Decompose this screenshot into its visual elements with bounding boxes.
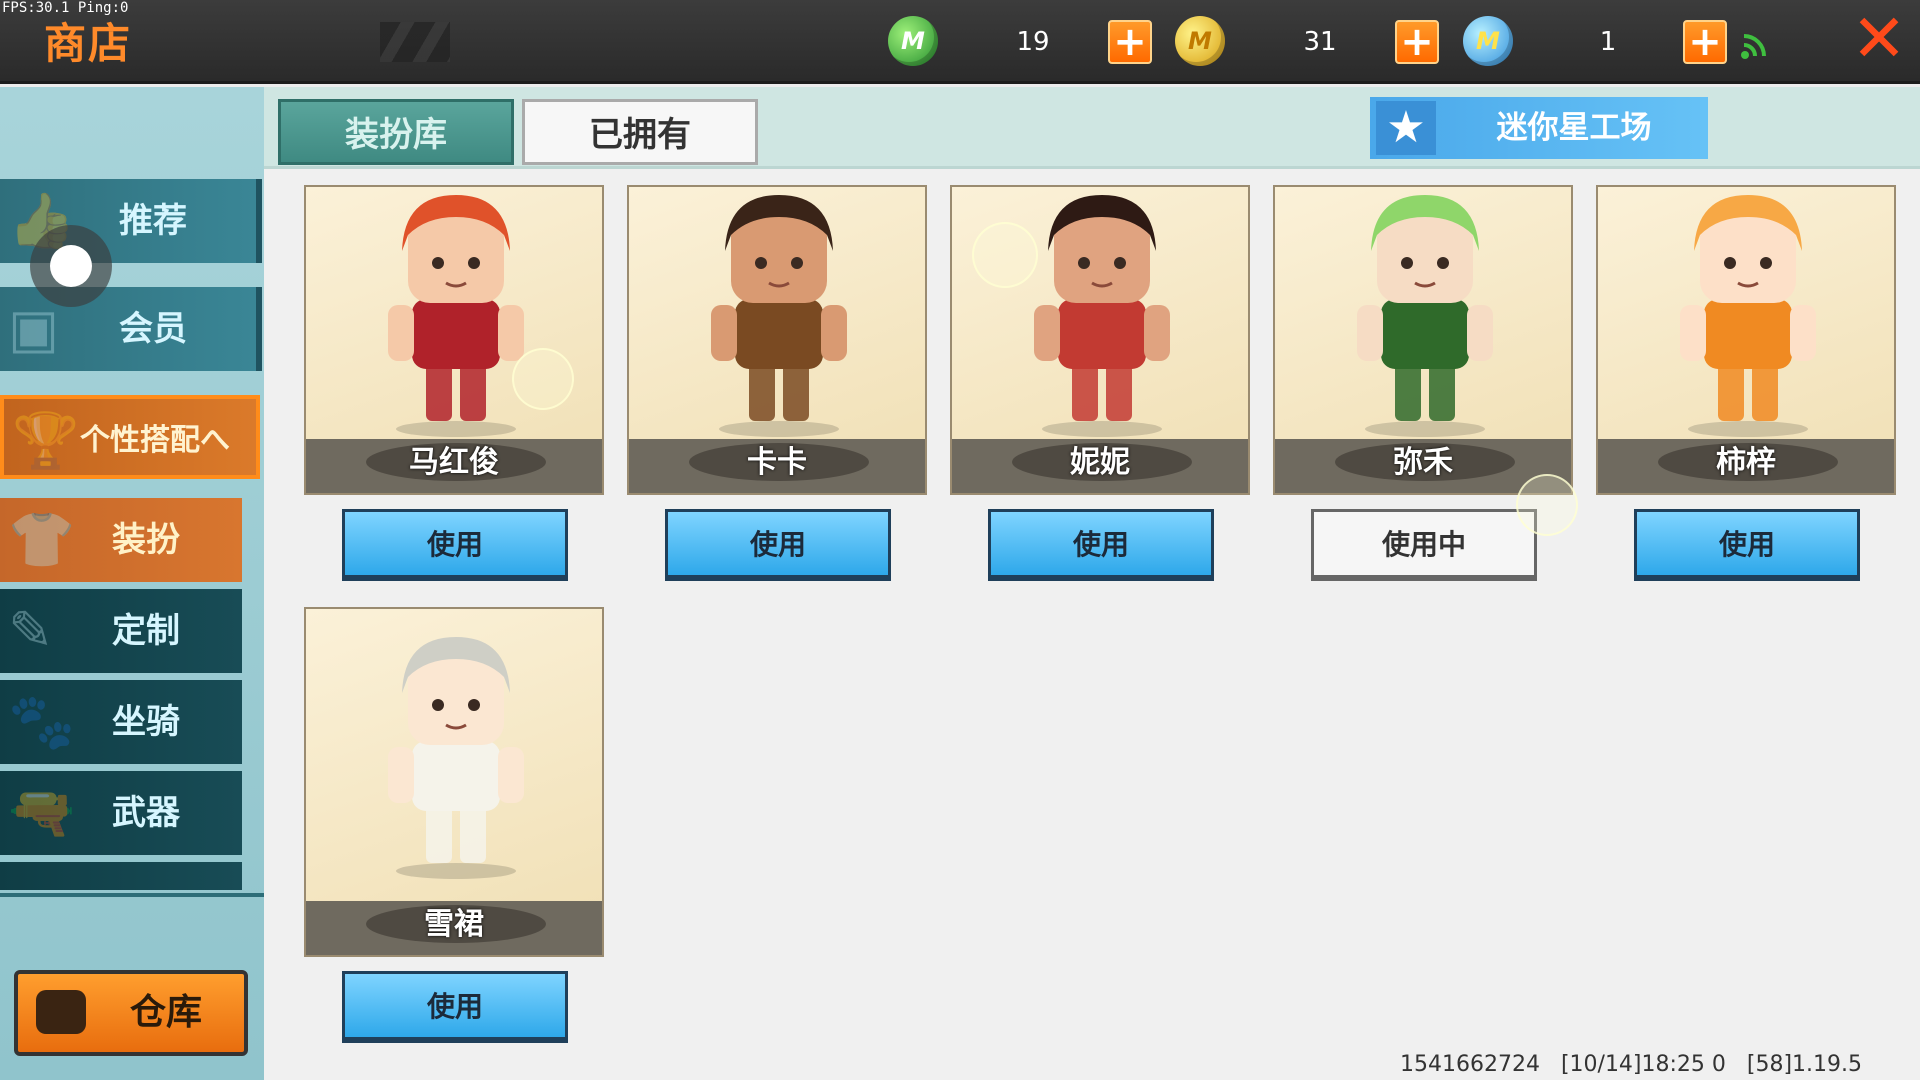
top-bar: FPS:30.1 Ping:0 商店 M 19 + M 31 + M 1 + ✕ — [0, 0, 1920, 84]
mini-workshop-button[interactable]: ★ 迷你星工场 — [1370, 97, 1708, 159]
tab-outfit-library[interactable]: 装扮库 — [278, 99, 514, 165]
add-currency-button[interactable]: + — [1683, 20, 1727, 64]
use-button[interactable]: 使用 — [665, 509, 891, 581]
workshop-label: 迷你星工场 — [1496, 110, 1652, 146]
sidebar-divider — [0, 893, 264, 897]
add-currency-button[interactable]: + — [1395, 20, 1439, 64]
character-portrait — [1357, 195, 1493, 437]
use-button[interactable]: 使用 — [1634, 509, 1860, 581]
character-name: 马红俊 — [409, 445, 499, 480]
character-portrait — [388, 637, 524, 879]
page-title: 商店 — [44, 19, 133, 68]
character-name-bar: 雪裙 — [306, 901, 602, 955]
add-currency-button[interactable]: + — [1108, 20, 1152, 64]
star-icon: ★ — [1376, 101, 1436, 155]
character-name-bar: 卡卡 — [629, 439, 925, 493]
gold-coin-icon: M — [1175, 16, 1225, 66]
in-use-button[interactable]: 使用中 — [1311, 509, 1537, 581]
sidebar-item-label: 个性搭配へ — [80, 423, 230, 458]
character-name: 妮妮 — [1070, 445, 1130, 480]
character-name: 柿梓 — [1716, 445, 1776, 480]
character-name: 雪裙 — [424, 907, 484, 942]
sidebar-item-outfit[interactable]: 👕 装扮 — [0, 498, 242, 582]
character-portrait — [711, 195, 847, 437]
signal-icon — [1741, 34, 1766, 59]
use-button[interactable]: 使用 — [342, 971, 568, 1043]
light-bubble — [512, 348, 574, 410]
tab-owned[interactable]: 已拥有 — [522, 99, 758, 165]
sidebar-category-personal-style[interactable]: 🏆 个性搭配へ — [0, 395, 260, 479]
character-card[interactable]: 柿梓 — [1596, 185, 1896, 495]
sidebar-item-custom[interactable]: ✎ 定制 — [0, 589, 242, 673]
tab-bar: 装扮库 已拥有 ★ 迷你星工场 — [264, 87, 1920, 169]
light-bubble — [972, 222, 1038, 288]
blue-m-coin-icon: M — [1463, 16, 1513, 66]
warehouse-label: 仓库 — [129, 992, 202, 1033]
character-name: 卡卡 — [747, 445, 807, 480]
sidebar-item-mount[interactable]: 🐾 坐骑 — [0, 680, 242, 764]
sidebar-item-label: 武器 — [112, 793, 180, 833]
character-card[interactable]: 卡卡 — [627, 185, 927, 495]
character-card[interactable]: 雪裙 — [304, 607, 604, 957]
character-name-bar: 柿梓 — [1598, 439, 1894, 493]
currency-value: 19 — [1016, 27, 1050, 57]
character-portrait — [1034, 195, 1170, 437]
build-info: 1541662724 [10/14]18:25 0 [58]1.19.5 — [1400, 1052, 1863, 1077]
currency-value: 31 — [1303, 27, 1337, 57]
sidebar-item-label: 装扮 — [112, 520, 180, 560]
sidebar-item-weapon[interactable]: 🔫 武器 — [0, 771, 242, 855]
character-name: 弥禾 — [1393, 445, 1453, 480]
character-name-bar: 马红俊 — [306, 439, 602, 493]
character-portrait — [388, 195, 524, 437]
character-portrait — [1680, 195, 1816, 437]
character-name-bar: 妮妮 — [952, 439, 1248, 493]
warehouse-button[interactable]: 仓库 — [14, 970, 248, 1056]
currency-value: 1 — [1599, 27, 1617, 57]
sidebar-item-partial[interactable] — [0, 862, 242, 890]
sidebar-item-label: 坐骑 — [112, 702, 180, 742]
close-icon[interactable]: ✕ — [1850, 6, 1908, 72]
treasure-chest-icon — [36, 990, 86, 1034]
header-decoration — [380, 22, 450, 62]
use-button[interactable]: 使用 — [988, 509, 1214, 581]
character-card[interactable]: 弥禾 — [1273, 185, 1573, 495]
green-m-coin-icon: M — [888, 16, 938, 66]
sidebar-item-label: 会员 — [119, 309, 187, 349]
sidebar-item-member[interactable]: ▣ 会员 — [0, 287, 262, 371]
use-button[interactable]: 使用 — [342, 509, 568, 581]
sidebar: 👍 推荐 ▣ 会员 🏆 个性搭配へ 👕 装扮 ✎ 定制 🐾 坐骑 🔫 武器 — [0, 87, 264, 1080]
sidebar-item-label: 定制 — [112, 611, 180, 651]
light-bubble — [1516, 474, 1578, 536]
touch-indicator — [30, 225, 112, 307]
character-card[interactable]: 马红俊 — [304, 185, 604, 495]
